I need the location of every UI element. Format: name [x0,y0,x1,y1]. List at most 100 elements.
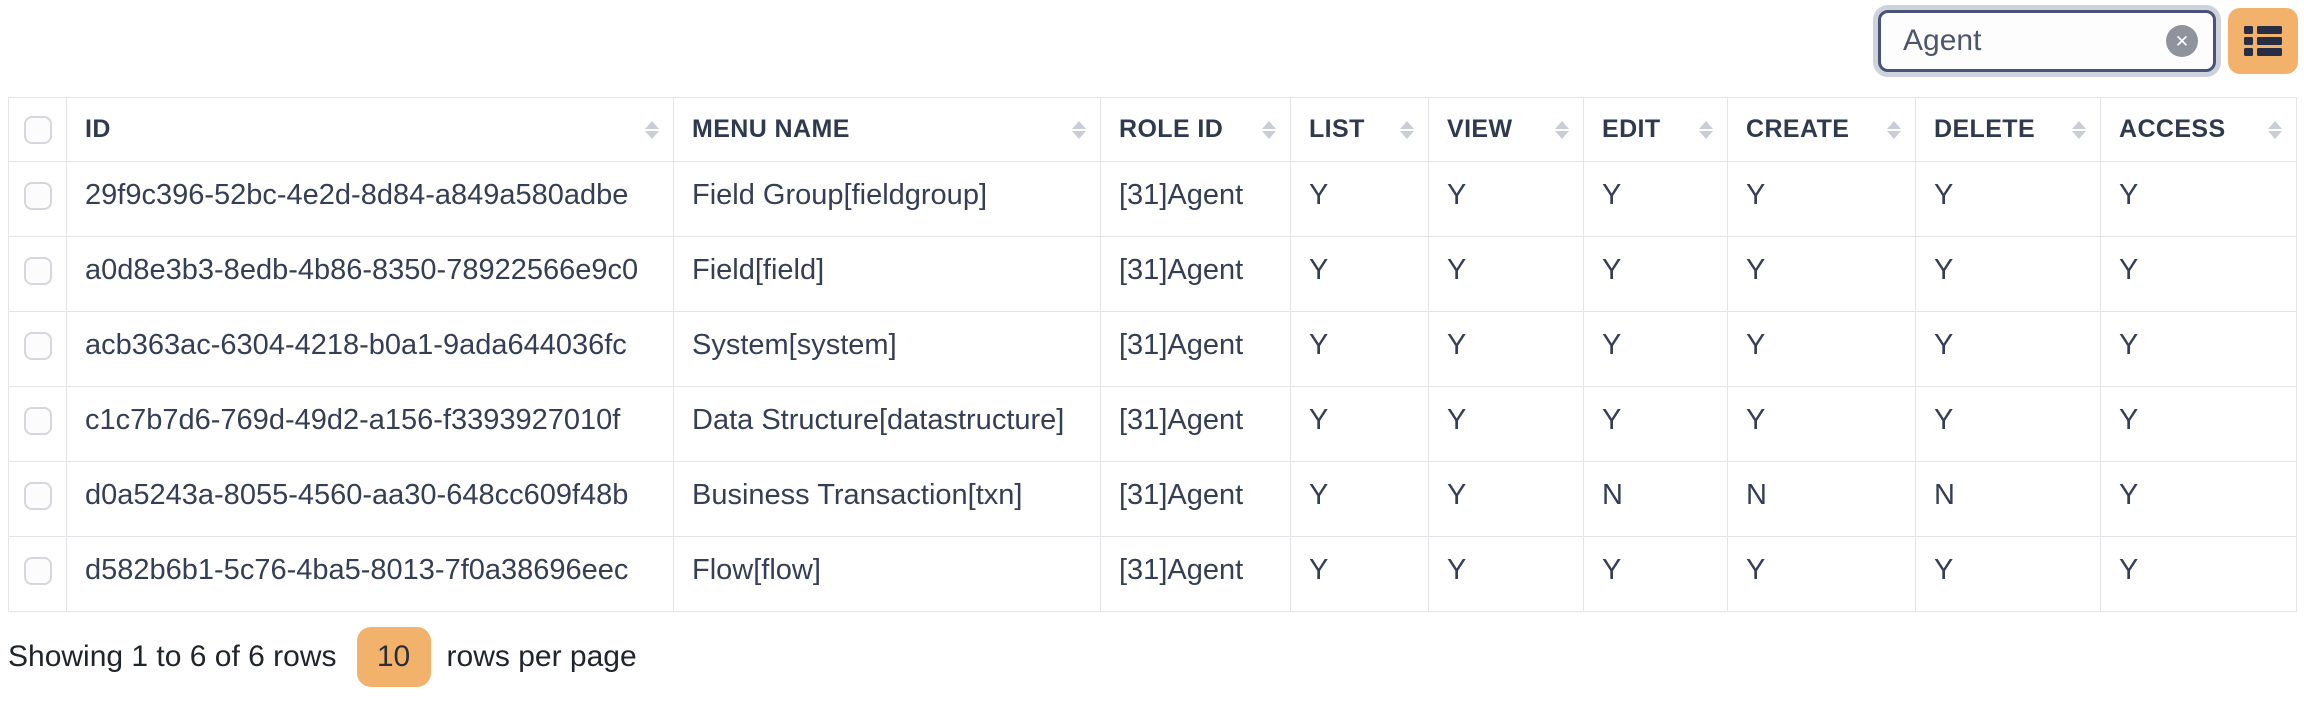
cell-access: Y [2101,537,2297,612]
table-row[interactable]: c1c7b7d6-769d-49d2-a156-f3393927010fData… [9,387,2297,462]
sort-icon[interactable] [1400,121,1414,139]
clear-search-button[interactable]: ✕ [2166,25,2198,57]
cell-delete: Y [1916,387,2101,462]
pagination-footer: Showing 1 to 6 of 6 rows 10 rows per pag… [8,626,637,688]
cell-id: a0d8e3b3-8edb-4b86-8350-78922566e9c0 [67,237,674,312]
row-select-cell [9,462,67,537]
cell-role_id: [31]Agent [1101,387,1291,462]
column-header-label: CREATE [1746,115,1849,144]
cell-id: d0a5243a-8055-4560-aa30-648cc609f48b [67,462,674,537]
row-checkbox[interactable] [24,182,52,210]
sort-icon[interactable] [1072,121,1086,139]
cell-access: Y [2101,237,2297,312]
cell-menu_name: Field[field] [674,237,1101,312]
pagination-summary: Showing 1 to 6 of 6 rows [8,640,337,674]
column-header-view[interactable]: VIEW [1429,98,1584,162]
cell-delete: Y [1916,312,2101,387]
column-header-menu_name[interactable]: MENU NAME [674,98,1101,162]
table-row[interactable]: d0a5243a-8055-4560-aa30-648cc609f48bBusi… [9,462,2297,537]
column-header-id[interactable]: ID [67,98,674,162]
cell-menu_name: Business Transaction[txn] [674,462,1101,537]
sort-icon[interactable] [2072,121,2086,139]
row-checkbox[interactable] [24,482,52,510]
sort-icon[interactable] [1262,121,1276,139]
table-row[interactable]: acb363ac-6304-4218-b0a1-9ada644036fcSyst… [9,312,2297,387]
cell-delete: Y [1916,237,2101,312]
cell-view: Y [1429,462,1584,537]
row-select-cell [9,312,67,387]
cell-role_id: [31]Agent [1101,462,1291,537]
cell-delete: Y [1916,162,2101,237]
cell-view: Y [1429,162,1584,237]
sort-icon[interactable] [1699,121,1713,139]
column-header-list[interactable]: LIST [1291,98,1429,162]
page-size-button[interactable]: 10 [357,627,431,687]
row-select-cell [9,237,67,312]
table-row[interactable]: d582b6b1-5c76-4ba5-8013-7f0a38696eecFlow… [9,537,2297,612]
permissions-table: ID MENU NAME ROLE ID LIST VIEW EDIT CREA… [8,97,2297,612]
cell-edit: Y [1584,537,1728,612]
select-all-checkbox[interactable] [24,116,52,144]
column-header-label: LIST [1309,115,1365,144]
cell-list: Y [1291,537,1429,612]
table-row[interactable]: a0d8e3b3-8edb-4b86-8350-78922566e9c0Fiel… [9,237,2297,312]
column-header-edit[interactable]: EDIT [1584,98,1728,162]
table-row[interactable]: 29f9c396-52bc-4e2d-8d84-a849a580adbeFiel… [9,162,2297,237]
table-header-row: ID MENU NAME ROLE ID LIST VIEW EDIT CREA… [9,98,2297,162]
cell-role_id: [31]Agent [1101,237,1291,312]
column-header-label: ROLE ID [1119,115,1223,144]
row-select-cell [9,387,67,462]
page: ✕ ID [0,0,2304,704]
cell-create: N [1728,462,1916,537]
cell-edit: Y [1584,237,1728,312]
cell-create: Y [1728,387,1916,462]
cell-access: Y [2101,462,2297,537]
row-select-cell [9,162,67,237]
row-checkbox[interactable] [24,332,52,360]
cell-id: d582b6b1-5c76-4ba5-8013-7f0a38696eec [67,537,674,612]
column-header-role_id[interactable]: ROLE ID [1101,98,1291,162]
column-header-delete[interactable]: DELETE [1916,98,2101,162]
row-checkbox[interactable] [24,257,52,285]
row-select-cell [9,537,67,612]
cell-create: Y [1728,162,1916,237]
cell-create: Y [1728,537,1916,612]
cell-id: c1c7b7d6-769d-49d2-a156-f3393927010f [67,387,674,462]
cell-access: Y [2101,387,2297,462]
cell-delete: Y [1916,537,2101,612]
sort-icon[interactable] [2268,121,2282,139]
cell-menu_name: Field Group[fieldgroup] [674,162,1101,237]
rows-per-page-label: rows per page [447,640,637,674]
column-header-create[interactable]: CREATE [1728,98,1916,162]
cell-role_id: [31]Agent [1101,537,1291,612]
cell-id: 29f9c396-52bc-4e2d-8d84-a849a580adbe [67,162,674,237]
cell-edit: Y [1584,312,1728,387]
cell-view: Y [1429,237,1584,312]
column-header-label: EDIT [1602,115,1661,144]
column-header-label: VIEW [1447,115,1513,144]
cell-edit: N [1584,462,1728,537]
column-header-access[interactable]: ACCESS [2101,98,2297,162]
cell-list: Y [1291,387,1429,462]
cell-menu_name: System[system] [674,312,1101,387]
sort-icon[interactable] [1555,121,1569,139]
toggle-columns-button[interactable] [2228,8,2298,74]
column-header-label: ACCESS [2119,115,2226,144]
cell-create: Y [1728,237,1916,312]
cell-edit: Y [1584,387,1728,462]
cell-view: Y [1429,537,1584,612]
table-toolbar: ✕ [0,0,2304,90]
cell-list: Y [1291,312,1429,387]
cell-create: Y [1728,312,1916,387]
row-checkbox[interactable] [24,557,52,585]
cell-menu_name: Flow[flow] [674,537,1101,612]
row-checkbox[interactable] [24,407,52,435]
sort-icon[interactable] [1887,121,1901,139]
select-all-header-cell [9,98,67,162]
cell-access: Y [2101,312,2297,387]
sort-icon[interactable] [645,121,659,139]
cell-view: Y [1429,312,1584,387]
column-header-label: ID [85,115,111,144]
clear-search-icon: ✕ [2175,33,2189,50]
cell-role_id: [31]Agent [1101,312,1291,387]
